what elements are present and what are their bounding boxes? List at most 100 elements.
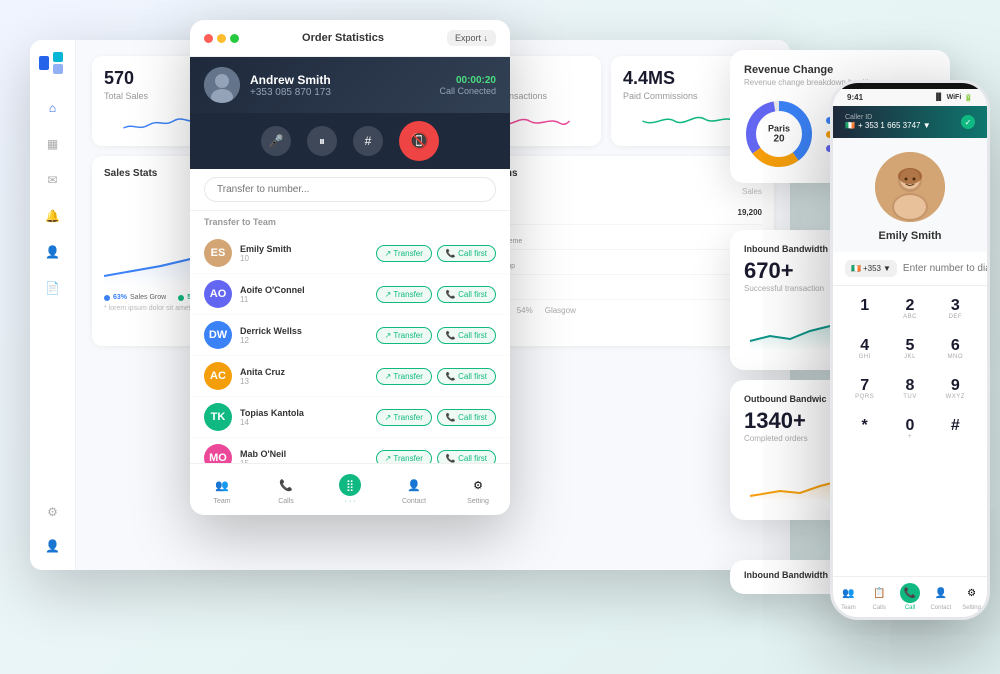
flag-selector[interactable]: 🇮🇪 +353 ▼ — [845, 260, 897, 277]
caller-status: 00:00:20 Call Conected — [439, 75, 496, 96]
popup-bottom-nav: 👥 Team 📞 Calls ⣿ · · · 👤 Contact ⚙ Setti… — [190, 463, 510, 515]
member-num-aoife: 11 — [240, 295, 368, 304]
phone-contact-name: Emily Smith — [879, 230, 942, 242]
phone-nav-team[interactable]: 👥 Team — [833, 583, 864, 611]
popup-header: Order Statistics Export ↓ — [190, 20, 510, 57]
sidebar-settings[interactable]: ⚙ — [43, 502, 63, 522]
dial-key-0[interactable]: 0+ — [890, 412, 929, 446]
dial-key-5[interactable]: 5JKL — [890, 332, 929, 366]
maximize-dot[interactable] — [230, 34, 239, 43]
mute-button[interactable]: 🎤 — [261, 126, 291, 156]
dial-key-4[interactable]: 4GHI — [845, 332, 884, 366]
caller-number: +353 085 870 173 — [250, 87, 429, 98]
locations-col-sales: Sales — [742, 187, 762, 196]
phone-nav-label-calls: Calls — [873, 605, 886, 611]
transfer-derrick-button[interactable]: ↗ Transfer — [376, 327, 432, 344]
phone-nav-call[interactable]: 📞 Call — [895, 583, 926, 611]
phone-nav-label-setting: Setting — [962, 605, 981, 611]
call-first-aoife-button[interactable]: 📞 Call first — [437, 286, 496, 303]
phone-nav-setting[interactable]: ⚙ Setting — [956, 583, 987, 611]
phone-setting-icon: ⚙ — [962, 583, 982, 603]
dialpad-icon: ⣿ — [339, 474, 361, 496]
dial-key-hash[interactable]: # — [936, 412, 975, 446]
team-member-derrick: DW Derrick Wellss 12 ↗ Transfer 📞 Call f… — [190, 315, 510, 356]
member-num-anita: 13 — [240, 377, 368, 386]
dial-key-8[interactable]: 8TUV — [890, 372, 929, 406]
caller-flag-number: 🇮🇪 + 353 1 665 3747 ▼ — [845, 121, 931, 130]
member-num-topias: 14 — [240, 418, 368, 427]
phone-bottom-nav: 👥 Team 📋 Calls 📞 Call 👤 Contact ⚙ Settin… — [833, 576, 987, 617]
sidebar-inbox[interactable]: ✉ — [43, 170, 63, 190]
dial-key-star[interactable]: * — [845, 412, 884, 446]
dial-key-3[interactable]: 3DEF — [936, 292, 975, 326]
phone-contact-area: Emily Smith — [833, 138, 987, 252]
nav-tab-dialpad[interactable]: ⣿ · · · — [318, 470, 382, 509]
sales-grow-val: 63% — [113, 294, 127, 301]
transfer-anita-button[interactable]: ↗ Transfer — [376, 368, 432, 385]
member-name-topias: Topias Kantola — [240, 408, 368, 418]
battery-icon: 🔋 — [964, 94, 973, 102]
end-call-button[interactable]: 📵 — [399, 121, 439, 161]
nav-label-setting: Setting — [467, 498, 489, 505]
nav-label-contact: Contact — [402, 498, 426, 505]
wifi-icon: WiFi — [947, 94, 962, 101]
transfer-aoife-button[interactable]: ↗ Transfer — [376, 286, 432, 303]
call-time: 00:00:20 — [439, 75, 496, 86]
nav-tab-setting[interactable]: ⚙ Setting — [446, 470, 510, 509]
signal-icon: ▐▌ — [934, 94, 944, 101]
sidebar-user[interactable]: 👤 — [43, 242, 63, 262]
team-member-emily: ES Emily Smith 10 ↗ Transfer 📞 Call firs… — [190, 233, 510, 274]
export-button[interactable]: Export ↓ — [447, 30, 496, 46]
pause-button[interactable]: ⏸ — [307, 126, 337, 156]
caller-avatar — [204, 67, 240, 103]
sidebar: ⌂ ▦ ✉ 🔔 👤 📄 ⚙ 👤 — [30, 40, 76, 570]
call-first-emily-button[interactable]: 📞 Call first — [437, 245, 496, 262]
sidebar-profile[interactable]: 👤 — [43, 536, 63, 556]
sidebar-home[interactable]: ⌂ — [43, 98, 63, 118]
transfer-emily-button[interactable]: ↗ Transfer — [376, 245, 432, 262]
member-name-derrick: Derrick Wellss — [240, 326, 368, 336]
dial-key-7[interactable]: 7PQRS — [845, 372, 884, 406]
dial-key-6[interactable]: 6MNO — [936, 332, 975, 366]
transfer-topias-button[interactable]: ↗ Transfer — [376, 409, 432, 426]
sidebar-file[interactable]: 📄 — [43, 278, 63, 298]
call-first-anita-button[interactable]: 📞 Call first — [437, 368, 496, 385]
nav-tab-calls[interactable]: 📞 Calls — [254, 470, 318, 509]
member-num-emily: 10 — [240, 254, 368, 263]
dial-key-1[interactable]: 1 — [845, 292, 884, 326]
member-num-mab: 15 — [240, 459, 368, 464]
close-dot[interactable] — [204, 34, 213, 43]
transfer-number-input[interactable] — [204, 177, 496, 202]
dial-input[interactable] — [903, 263, 990, 274]
caller-id-active-icon: ✓ — [961, 115, 975, 129]
transfer-input-area — [190, 169, 510, 211]
member-avatar-mab: MO — [204, 444, 232, 463]
phone-contact-icon: 👤 — [931, 583, 951, 603]
phone-nav-calls[interactable]: 📋 Calls — [864, 583, 895, 611]
team-list: ES Emily Smith 10 ↗ Transfer 📞 Call firs… — [190, 233, 510, 463]
dial-key-9[interactable]: 9WXYZ — [936, 372, 975, 406]
member-avatar-topias: TK — [204, 403, 232, 431]
member-name-anita: Anita Cruz — [240, 367, 368, 377]
call-first-mab-button[interactable]: 📞 Call first — [437, 450, 496, 464]
minimize-dot[interactable] — [217, 34, 226, 43]
phone-time: 9:41 — [847, 93, 863, 102]
app-logo — [39, 52, 67, 74]
phone-nav-contact[interactable]: 👤 Contact — [925, 583, 956, 611]
sidebar-bell[interactable]: 🔔 — [43, 206, 63, 226]
nav-tab-team[interactable]: 👥 Team — [190, 470, 254, 509]
call-first-topias-button[interactable]: 📞 Call first — [437, 409, 496, 426]
member-avatar-aoife: AO — [204, 280, 232, 308]
dial-key-2[interactable]: 2ABC — [890, 292, 929, 326]
member-name-mab: Mab O'Neil — [240, 449, 368, 459]
nav-label-team: Team — [213, 498, 230, 505]
sales-stats-title: Sales Stats — [104, 168, 157, 188]
transfer-mab-button[interactable]: ↗ Transfer — [376, 450, 432, 464]
keypad-button[interactable]: # — [353, 126, 383, 156]
caller-name: Andrew Smith — [250, 73, 429, 87]
member-avatar-derrick: DW — [204, 321, 232, 349]
sidebar-chart[interactable]: ▦ — [43, 134, 63, 154]
team-member-mab: MO Mab O'Neil 15 ↗ Transfer 📞 Call first — [190, 438, 510, 463]
nav-tab-contact[interactable]: 👤 Contact — [382, 470, 446, 509]
call-first-derrick-button[interactable]: 📞 Call first — [437, 327, 496, 344]
